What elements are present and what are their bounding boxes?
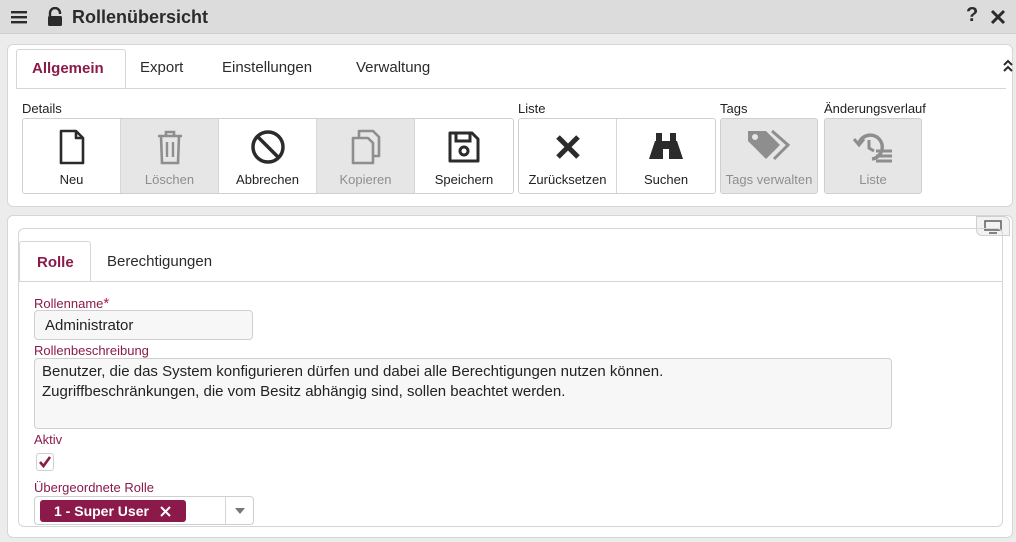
group-label-tags: Tags	[720, 101, 748, 116]
loeschen-button[interactable]: Löschen	[121, 119, 219, 193]
tab-berechtigungen[interactable]: Berechtigungen	[107, 241, 247, 282]
collapse-ribbon-icon[interactable]	[1002, 59, 1014, 73]
remove-chip-icon[interactable]	[160, 506, 171, 517]
tags-verwalten-button[interactable]: Tags verwalten	[721, 119, 817, 193]
tags-icon	[748, 129, 791, 161]
checkmark-icon	[39, 456, 52, 469]
chevron-down-icon[interactable]	[235, 508, 245, 514]
trash-icon	[157, 130, 182, 165]
neu-label: Neu	[59, 172, 84, 187]
rollenname-input[interactable]: Administrator	[34, 310, 253, 340]
tab-rolle[interactable]: Rolle	[19, 241, 91, 282]
rollenbeschreibung-label: Rollenbeschreibung	[34, 343, 149, 358]
aktiv-checkbox[interactable]	[36, 453, 54, 471]
window-title: Rollenübersicht	[72, 7, 209, 27]
close-icon[interactable]	[990, 9, 1006, 25]
save-icon	[448, 131, 480, 163]
neu-button[interactable]: Neu	[23, 119, 121, 193]
hamburger-menu-icon[interactable]	[10, 8, 28, 26]
tags-button-group: Tags verwalten	[720, 118, 818, 194]
loeschen-label: Löschen	[144, 172, 195, 187]
group-label-liste: Liste	[518, 101, 546, 116]
liste-button-group: Zurücksetzen Suchen	[518, 118, 716, 194]
tags-verwalten-label: Tags verwalten	[725, 172, 813, 187]
zuruecksetzen-label: Zurücksetzen	[528, 172, 607, 187]
subtab-divider	[19, 281, 1002, 282]
kopieren-label: Kopieren	[339, 172, 392, 187]
details-button-group: Neu Löschen Abbrechen Kopieren Speichern	[22, 118, 514, 194]
tab-divider	[16, 88, 1006, 89]
speichern-label: Speichern	[434, 172, 494, 187]
ribbon-panel: Allgemein Export Einstellungen Verwaltun…	[7, 44, 1013, 207]
new-document-icon	[59, 129, 84, 165]
copy-icon	[351, 129, 380, 165]
lock-icon	[48, 7, 62, 26]
title-bar: Rollenübersicht ?	[0, 0, 1016, 34]
zuruecksetzen-button[interactable]: Zurücksetzen	[519, 119, 617, 193]
help-icon[interactable]: ?	[966, 4, 978, 27]
suchen-button[interactable]: Suchen	[617, 119, 715, 193]
liste-history-label: Liste	[859, 172, 887, 187]
parent-role-label: Übergeordnete Rolle	[34, 480, 154, 495]
tab-einstellungen[interactable]: Einstellungen	[222, 49, 342, 89]
liste-history-button[interactable]: Liste	[825, 119, 921, 193]
abbrechen-button[interactable]: Abbrechen	[219, 119, 317, 193]
speichern-button[interactable]: Speichern	[415, 119, 513, 193]
role-chip-label: 1 - Super User	[54, 503, 149, 519]
history-button-group: Liste	[824, 118, 922, 194]
tab-allgemein[interactable]: Allgemein	[16, 49, 126, 89]
group-label-details: Details	[22, 101, 62, 116]
parent-role-select[interactable]: 1 - Super User	[34, 496, 254, 525]
group-label-history: Änderungsverlauf	[824, 101, 926, 116]
rollenbeschreibung-textarea[interactable]: Benutzer, die das System konfigurieren d…	[34, 358, 892, 429]
dropdown-separator	[225, 497, 226, 525]
history-list-icon	[852, 133, 892, 163]
role-chip: 1 - Super User	[40, 500, 186, 522]
reset-x-icon	[555, 135, 580, 159]
aktiv-label: Aktiv	[34, 432, 63, 447]
tab-export[interactable]: Export	[140, 49, 210, 89]
role-card: Rolle Berechtigungen Rollenname* Adminis…	[18, 228, 1003, 527]
cancel-icon	[250, 130, 285, 164]
abbrechen-label: Abbrechen	[236, 172, 299, 187]
binoculars-icon	[649, 133, 683, 159]
content-panel: Rolle Berechtigungen Rollenname* Adminis…	[7, 215, 1013, 538]
tab-verwaltung[interactable]: Verwaltung	[356, 49, 466, 89]
kopieren-button[interactable]: Kopieren	[317, 119, 415, 193]
suchen-label: Suchen	[643, 172, 689, 187]
